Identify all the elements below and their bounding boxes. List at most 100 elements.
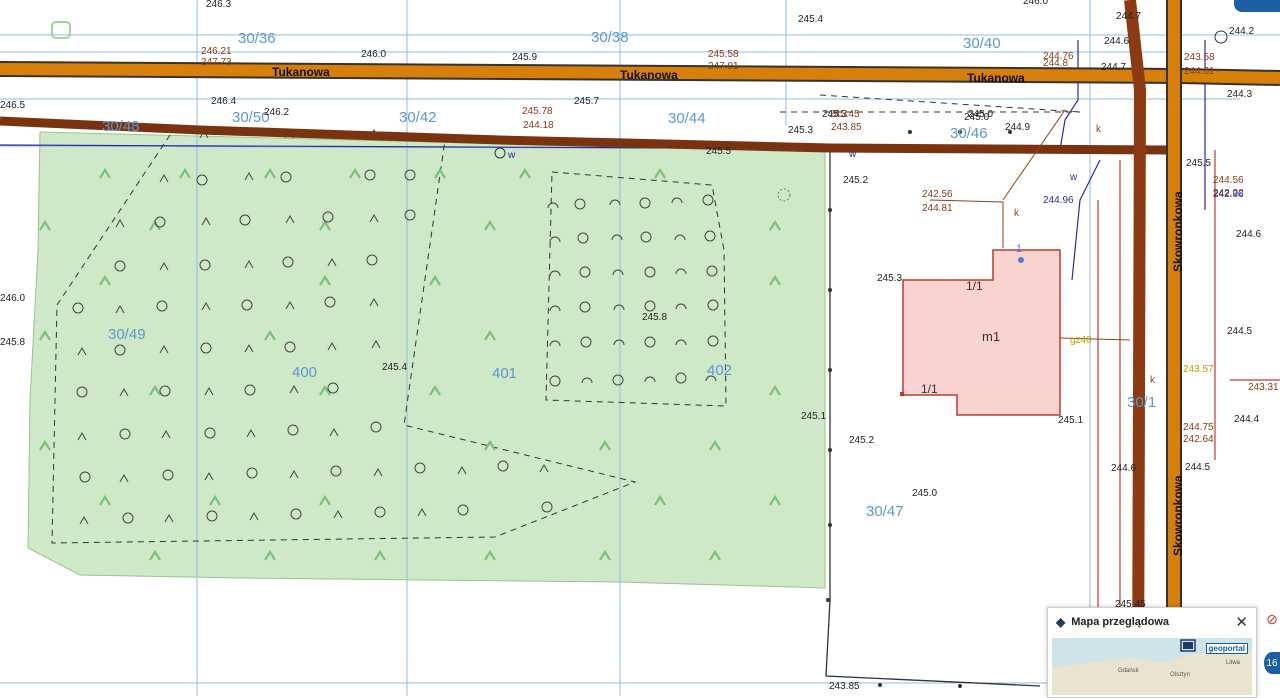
overview-place-label: Olsztyn xyxy=(1170,672,1190,678)
zoom-level-button[interactable]: 16 xyxy=(1264,652,1280,674)
street-label-tukanowa: Tukanowa xyxy=(620,68,678,82)
storey-label: 1/1 xyxy=(966,279,983,293)
elevation-label: 247.91 xyxy=(708,61,739,72)
elevation-label: 245.4 xyxy=(798,14,823,25)
overview-header: ◆ Mapa przeglądowa ✕ xyxy=(1048,608,1256,636)
overview-place-label: Gdańsk xyxy=(1118,668,1140,674)
parcel-label: 30/38 xyxy=(591,29,629,46)
elevation-label: 245.1 xyxy=(801,411,826,422)
elevation-label: 244.18 xyxy=(523,120,554,131)
elevation-label: 242.64 xyxy=(1183,434,1214,445)
parcel-label: 30/46 xyxy=(950,125,988,142)
elevation-label: 244.3 xyxy=(1227,89,1252,100)
elevation-label: 246.21 xyxy=(201,46,232,57)
parcel-label: 30/44 xyxy=(668,110,706,127)
elevation-label: 245.2 xyxy=(843,175,868,186)
elevation-label: 244.6 xyxy=(1236,229,1261,240)
elevation-label: 244.5 xyxy=(1227,326,1252,337)
elevation-label: 244.7 xyxy=(1116,11,1141,22)
elevation-label: 243.58 xyxy=(1184,52,1215,63)
map-pin-icon: ◆ xyxy=(1056,615,1066,629)
building-marker xyxy=(900,392,904,396)
elevation-label: 247.73 xyxy=(201,57,232,68)
utility-marker: w xyxy=(507,150,516,161)
elevation-label: 242.56 xyxy=(922,189,953,200)
side-tool-button[interactable]: ⊘ xyxy=(1264,608,1280,630)
close-icon[interactable]: ✕ xyxy=(1235,615,1248,630)
parcel-label: 30/1 xyxy=(1127,394,1156,411)
elevation-label: 245.4 xyxy=(382,362,407,373)
elevation-label: 246.3 xyxy=(206,0,231,10)
elevation-label: 245.3 xyxy=(788,125,813,136)
elevation-label: 246.0 xyxy=(361,49,386,60)
elevation-label: 246.0 xyxy=(1023,0,1048,7)
overview-place-label: Litwa xyxy=(1226,660,1241,666)
zoom-level: 16 xyxy=(1266,657,1278,669)
top-corner-button[interactable] xyxy=(1234,0,1280,12)
utility-marker: k xyxy=(1096,124,1102,135)
road-side xyxy=(1124,0,1147,696)
elevation-label: 245.9 xyxy=(512,52,537,63)
parcel-label: 401 xyxy=(492,365,517,382)
elevation-label: 245.0 xyxy=(964,112,989,123)
parcel-label: 30/48 xyxy=(102,118,140,135)
parcel-label: 30/42 xyxy=(399,109,437,126)
elevation-label: 244.75 xyxy=(1183,422,1214,433)
elevation-label: 243.31 xyxy=(1248,382,1279,393)
elevation-label: 244.81 xyxy=(922,203,953,214)
map-canvas[interactable]: Tukanowa Tukanowa Tukanowa Skowronkowa S… xyxy=(0,0,1280,696)
elevation-label: 243.57 xyxy=(1183,364,1214,375)
elevation-label: 245.0 xyxy=(912,488,937,499)
street-label-tukanowa: Tukanowa xyxy=(967,71,1025,85)
entrance-point xyxy=(1018,257,1024,263)
overview-title: Mapa przeglądowa xyxy=(1071,616,1170,628)
geoportal-logo: geoportal xyxy=(1205,643,1248,654)
elevation-label: 245.3 xyxy=(877,273,902,284)
elevation-label: 245.5 xyxy=(1186,158,1211,169)
street-label-skowronkowa: Skowronkowa xyxy=(1171,191,1185,272)
elevation-label: 244.56 xyxy=(1213,175,1244,186)
elevation-label: 246.5 xyxy=(0,100,25,111)
forest-area xyxy=(27,131,826,589)
elevation-label: 246.2 xyxy=(264,107,289,118)
entrance-label: 1 xyxy=(1016,243,1022,255)
elevation-label: 243.85 xyxy=(831,122,862,133)
utility-marker: k xyxy=(1014,208,1020,219)
elevation-label: 245.5 xyxy=(706,146,731,157)
elevation-label: 244.96 xyxy=(1043,195,1074,206)
street-label-skowronkowa: Skowronkowa xyxy=(1171,475,1185,556)
utility-marker: w xyxy=(1069,172,1078,183)
parcel-boundary-30-47 xyxy=(825,152,1041,687)
parcel-label: 402 xyxy=(707,362,732,379)
utility-marker: w xyxy=(848,149,857,160)
elevation-label: 246.4 xyxy=(211,96,236,107)
overview-map-panel: ◆ Mapa przeglądowa ✕ Gdańsk Olsztyn Litw… xyxy=(1047,607,1257,698)
elevation-label: 244.9 xyxy=(1005,122,1030,133)
hydrant-icon xyxy=(1214,30,1228,44)
storey-label: 1/1 xyxy=(921,382,938,396)
elevation-label: 244.4 xyxy=(1234,414,1259,425)
elevation-label: 242.96 xyxy=(1213,189,1244,200)
elevation-label: 245.8 xyxy=(642,312,667,323)
parcel-label: 30/40 xyxy=(963,35,1001,52)
utility-marker: gz40 xyxy=(1070,335,1092,346)
elevation-label: 244.61 xyxy=(1184,66,1215,77)
elevation-label: 243.85 xyxy=(829,681,860,692)
elevation-label: 245.1 xyxy=(1058,415,1083,426)
street-label-tukanowa: Tukanowa xyxy=(272,65,330,79)
elevation-label: 244.8 xyxy=(1043,58,1068,69)
elevation-label: 245.45 xyxy=(829,109,860,120)
elevation-label: 245.78 xyxy=(522,106,553,117)
elevation-label: 246.0 xyxy=(0,293,25,304)
elevation-label: 244.2 xyxy=(1229,26,1254,37)
elevation-label: 245.8 xyxy=(0,337,25,348)
utility-marker: k xyxy=(1150,375,1156,386)
parcel-label: 30/49 xyxy=(108,326,146,343)
gps-marker-icon xyxy=(51,21,71,39)
elevation-label: 245.58 xyxy=(708,49,739,60)
overview-map[interactable]: Gdańsk Olsztyn Litwa geoportal xyxy=(1052,638,1252,695)
no-entry-icon: ⊘ xyxy=(1266,610,1278,627)
parcel-label: 30/36 xyxy=(238,30,276,47)
elevation-label: 244.7 xyxy=(1101,62,1126,73)
building-label: m1 xyxy=(982,329,1000,344)
